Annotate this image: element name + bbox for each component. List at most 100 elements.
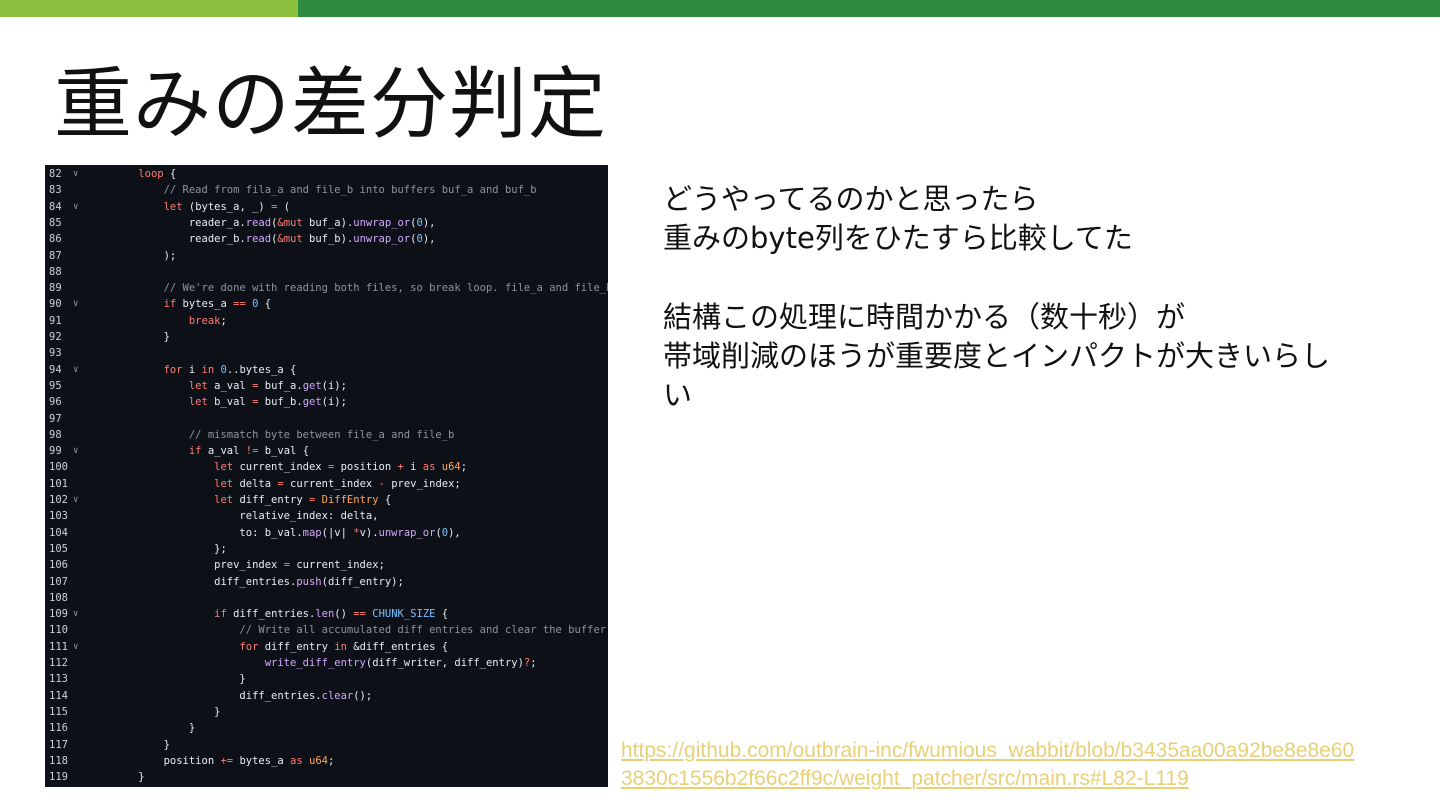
code-text: } — [113, 705, 221, 718]
slide-title: 重みの差分判定 — [54, 60, 608, 150]
code-text: write_diff_entry(diff_writer, diff_entry… — [264, 657, 537, 669]
code-text: reader_a.read(&mut buf_a).unwrap_or(0), — [113, 216, 436, 229]
line-number: 100 — [49, 461, 68, 474]
source-link-line[interactable]: https://github.com/outbrain-inc/fwumious… — [621, 737, 1401, 765]
code-line: 92 } — [45, 329, 608, 345]
code-line: 90 ∨ if bytes_a == 0 { — [45, 296, 608, 312]
code-text: for i in 0..bytes_a { — [163, 363, 297, 376]
code-line: 94 ∨ for i in 0..bytes_a { — [45, 362, 608, 378]
line-number: 93 — [49, 347, 62, 360]
code-line: 110 // Write all accumulated diff entrie… — [45, 622, 608, 638]
code-line: 106 prev_index = current_index; — [45, 557, 608, 573]
line-number: 97 — [49, 412, 62, 425]
line-number: 85 — [49, 216, 62, 229]
accent-bar-light — [0, 0, 298, 17]
code-line: 109 ∨ if diff_entries.len() == CHUNK_SIZE… — [45, 606, 608, 622]
code-line: 99 ∨ if a_val != b_val { — [45, 443, 608, 459]
code-line: 93 — [45, 345, 608, 361]
code-line: 84 ∨ let (bytes_a, _) = ( — [45, 199, 608, 215]
fold-chevron-icon[interactable]: ∨ — [73, 443, 85, 459]
body-line: い — [663, 378, 693, 412]
line-number: 92 — [49, 331, 62, 343]
code-line: 103 relative_index: delta, — [45, 508, 608, 524]
code-text: let delta = current_index - prev_index; — [214, 477, 461, 490]
line-number: 105 — [49, 542, 68, 555]
code-text: }; — [113, 542, 227, 555]
line-number: 95 — [49, 379, 62, 392]
code-line: 116 } — [45, 720, 608, 736]
code-line: 104 to: b_val.map(|v| *v).unwrap_or(0), — [45, 525, 608, 541]
code-text: let diff_entry = DiffEntry { — [214, 494, 392, 506]
line-number: 117 — [49, 738, 68, 751]
code-text: let (bytes_a, _) = ( — [163, 200, 291, 213]
code-text: } — [113, 771, 145, 784]
code-line: 85 reader_a.read(&mut buf_a).unwrap_or(0… — [45, 215, 608, 231]
source-link[interactable]: https://github.com/outbrain-inc/fwumious… — [621, 737, 1401, 793]
code-text: to: b_val.map(|v| *v).unwrap_or(0), — [113, 526, 461, 539]
accent-bar-dark — [298, 0, 1440, 17]
line-number: 119 — [49, 771, 68, 784]
line-number: 113 — [49, 673, 68, 686]
code-line: 98 // mismatch byte between file_a and f… — [45, 427, 608, 443]
code-text: break; — [188, 314, 227, 327]
code-text: let current_index = position + i as u64; — [214, 461, 468, 474]
code-text: } — [113, 738, 170, 751]
line-number: 87 — [49, 249, 62, 262]
fold-chevron-icon[interactable]: ∨ — [73, 639, 85, 655]
code-line: 91 break; — [45, 313, 608, 329]
line-number: 103 — [49, 510, 68, 523]
code-screenshot: 82 ∨ loop {83 // Read from fila_a and fil… — [45, 165, 608, 787]
line-number: 83 — [49, 184, 62, 197]
fold-chevron-icon[interactable]: ∨ — [73, 199, 85, 215]
code-line: 115 } — [45, 704, 608, 720]
code-text: prev_index = current_index; — [113, 559, 385, 572]
line-number: 110 — [49, 624, 68, 637]
code-text: } — [113, 722, 196, 735]
line-number: 112 — [49, 657, 68, 669]
code-text: reader_b.read(&mut buf_b).unwrap_or(0), — [113, 233, 436, 246]
code-line: 117 } — [45, 737, 608, 753]
body-line: 重みのbyte列をひたすら比較してた — [663, 221, 1133, 255]
code-text: // We're done with reading both files, s… — [163, 282, 608, 295]
code-line: 95 let a_val = buf_a.get(i); — [45, 378, 608, 394]
line-number: 106 — [49, 559, 68, 572]
code-text: // Write all accumulated diff entries an… — [239, 624, 607, 637]
fold-chevron-icon[interactable]: ∨ — [73, 166, 85, 182]
code-text: ); — [113, 249, 177, 262]
fold-chevron-icon[interactable]: ∨ — [73, 296, 85, 312]
line-number: 116 — [49, 722, 68, 735]
code-text: let b_val = buf_b.get(i); — [188, 396, 347, 409]
code-text: } — [113, 673, 246, 686]
code-text: let a_val = buf_a.get(i); — [188, 379, 347, 392]
code-line: 119 } — [45, 769, 608, 785]
fold-chevron-icon[interactable]: ∨ — [73, 362, 85, 378]
code-line: 111 ∨ for diff_entry in &diff_entries { — [45, 639, 608, 655]
line-number: 91 — [49, 314, 62, 327]
fold-chevron-icon[interactable]: ∨ — [73, 606, 85, 622]
line-number: 104 — [49, 526, 68, 539]
line-number: 86 — [49, 233, 62, 246]
code-line: 82 ∨ loop { — [45, 166, 608, 182]
line-number: 98 — [49, 428, 62, 441]
body-line: どうやってるのかと思ったら — [663, 182, 1039, 216]
line-number: 96 — [49, 396, 62, 409]
line-number: 114 — [49, 689, 68, 702]
code-line: 86 reader_b.read(&mut buf_b).unwrap_or(0… — [45, 231, 608, 247]
body-line: 結構この処理に時間かかる（数十秒）が — [663, 300, 1186, 334]
source-link-line[interactable]: 3830c1556b2f66c2ff9c/weight_patcher/src/… — [621, 765, 1401, 793]
code-text: diff_entries.clear(); — [113, 689, 373, 702]
code-text: loop { — [138, 168, 177, 180]
line-number: 115 — [49, 705, 68, 718]
fold-chevron-icon[interactable]: ∨ — [73, 492, 85, 508]
line-number: 107 — [49, 575, 68, 588]
code-line: 105 }; — [45, 541, 608, 557]
code-line: 118 position += bytes_a as u64; — [45, 753, 608, 769]
body-line: 帯域削減のほうが重要度とインパクトが大きいらし — [663, 339, 1331, 373]
code-line: 89 // We're done with reading both files… — [45, 280, 608, 296]
code-line: 87 ); — [45, 248, 608, 264]
code-line: 97 — [45, 411, 608, 427]
line-number: 89 — [49, 282, 62, 295]
code-text: // mismatch byte between file_a and file… — [188, 428, 455, 441]
code-text: if diff_entries.len() == CHUNK_SIZE { — [214, 608, 449, 621]
code-line: 88 — [45, 264, 608, 280]
